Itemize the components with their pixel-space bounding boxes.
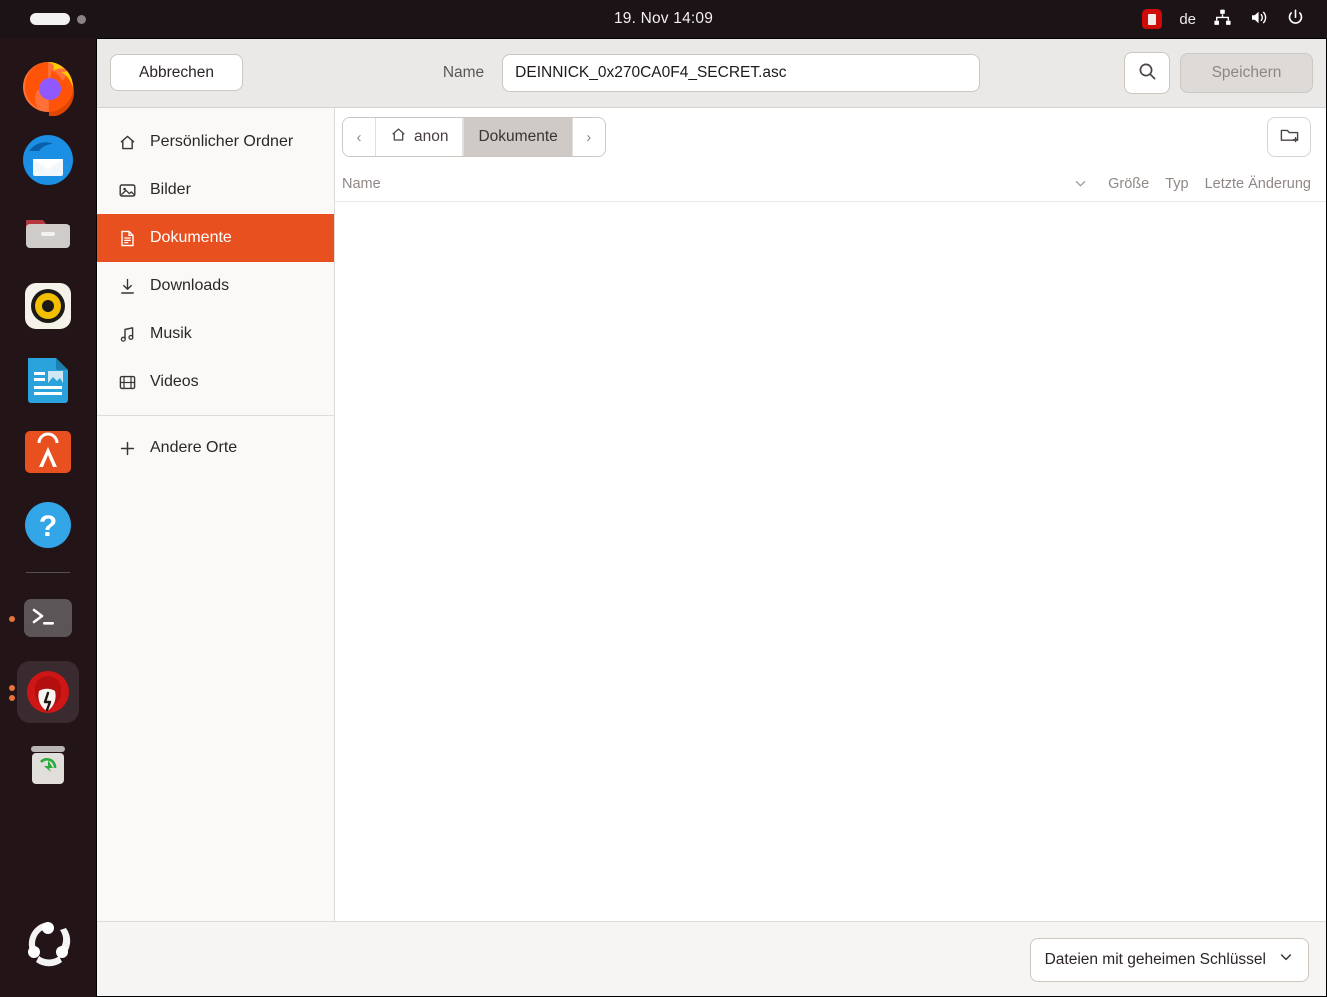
column-header-type[interactable]: Typ bbox=[1165, 176, 1188, 192]
sidebar-item-label: Dokumente bbox=[150, 229, 232, 246]
file-list-column-header: Name Größe Typ Letzte Änderung bbox=[335, 166, 1327, 202]
file-list[interactable] bbox=[335, 202, 1327, 921]
svg-text:?: ? bbox=[39, 510, 57, 543]
breadcrumb-anon[interactable]: anon bbox=[375, 118, 464, 156]
home-icon bbox=[118, 133, 137, 152]
file-filter-dropdown[interactable]: Dateien mit geheimen Schlüssel bbox=[1029, 937, 1309, 982]
new-folder-icon bbox=[1279, 125, 1300, 149]
cancel-button[interactable]: Abbrechen bbox=[110, 53, 243, 92]
file-browser-pane: ‹ anon Dokumente › Name Größe Typ Letzte… bbox=[335, 108, 1327, 921]
music-icon bbox=[118, 325, 137, 344]
network-icon[interactable] bbox=[1213, 8, 1232, 31]
system-tray: de bbox=[1142, 0, 1305, 38]
dialog-body: Persönlicher Ordner Bilder Dokumente Dow… bbox=[96, 108, 1327, 921]
sidebar-item-label: Musik bbox=[150, 325, 192, 342]
dock-item-thunderbird[interactable] bbox=[17, 129, 79, 191]
running-indicator-dot-2 bbox=[9, 695, 15, 701]
path-bar: ‹ anon Dokumente › bbox=[342, 117, 606, 157]
new-folder-button[interactable] bbox=[1267, 117, 1311, 157]
path-forward-button[interactable]: › bbox=[572, 118, 605, 156]
sidebar-item-other-locations[interactable]: Andere Orte bbox=[96, 424, 334, 472]
sidebar-item-downloads[interactable]: Downloads bbox=[96, 262, 334, 310]
save-button[interactable]: Speichern bbox=[1180, 52, 1313, 93]
workspace-pill[interactable] bbox=[30, 13, 86, 25]
sidebar-item-videos[interactable]: Videos bbox=[96, 358, 334, 406]
image-icon bbox=[118, 181, 137, 200]
chevron-down-icon bbox=[1278, 949, 1294, 970]
search-button[interactable] bbox=[1124, 51, 1170, 94]
column-header-size[interactable]: Größe bbox=[1108, 176, 1149, 192]
dock-item-help[interactable]: ? bbox=[17, 494, 79, 556]
dock-item-firefox[interactable] bbox=[17, 56, 79, 118]
workspace-pill-dot bbox=[77, 14, 86, 24]
sidebar-item-music[interactable]: Musik bbox=[96, 310, 334, 358]
breadcrumb-label: anon bbox=[414, 128, 449, 145]
key-app-indicator-glyph bbox=[1148, 13, 1157, 25]
places-sidebar: Persönlicher Ordner Bilder Dokumente Dow… bbox=[96, 108, 335, 921]
sidebar-item-home[interactable]: Persönlicher Ordner bbox=[96, 118, 334, 166]
dialog-footer: Dateien mit geheimen Schlüssel bbox=[96, 921, 1327, 997]
plus-icon bbox=[118, 439, 137, 458]
dialog-header-bar: Abbrechen Name DEINNICK_0x270CA0F4_SECRE… bbox=[96, 38, 1327, 108]
running-indicator-dot bbox=[9, 685, 15, 691]
search-icon bbox=[1138, 62, 1157, 84]
document-icon bbox=[118, 229, 137, 248]
dock: ? bbox=[0, 38, 96, 997]
breadcrumb-dokumente[interactable]: Dokumente bbox=[463, 118, 573, 156]
sidebar-item-label: Andere Orte bbox=[150, 439, 238, 456]
dock-item-seahorse[interactable] bbox=[9, 661, 79, 723]
home-icon bbox=[390, 126, 407, 148]
path-back-button[interactable]: ‹ bbox=[343, 118, 375, 156]
show-applications-button[interactable] bbox=[17, 913, 79, 975]
sidebar-item-label: Persönlicher Ordner bbox=[150, 133, 294, 150]
sidebar-item-documents[interactable]: Dokumente bbox=[96, 214, 334, 262]
workspace-pill-bar bbox=[30, 13, 70, 25]
video-icon bbox=[118, 373, 137, 392]
dock-item-ubuntu-software[interactable] bbox=[17, 421, 79, 483]
breadcrumb-label: Dokumente bbox=[478, 128, 558, 145]
dock-item-trash[interactable] bbox=[17, 734, 79, 796]
running-indicator-dot bbox=[9, 616, 15, 622]
sidebar-separator bbox=[96, 415, 334, 416]
key-app-indicator-icon[interactable] bbox=[1142, 9, 1163, 29]
chevron-down-icon[interactable] bbox=[1073, 176, 1088, 191]
power-icon[interactable] bbox=[1286, 8, 1305, 31]
filename-label: Name bbox=[442, 63, 485, 81]
sidebar-item-label: Downloads bbox=[150, 277, 230, 294]
filename-input[interactable]: DEINNICK_0x270CA0F4_SECRET.asc bbox=[502, 53, 981, 92]
dock-separator bbox=[26, 572, 70, 573]
volume-icon[interactable] bbox=[1249, 8, 1269, 31]
dock-item-libreoffice-writer[interactable] bbox=[17, 348, 79, 410]
download-icon bbox=[118, 277, 137, 296]
desktop: 19. Nov 14:09 de ? Abbrechen Name DEINNI… bbox=[0, 0, 1327, 997]
header-right-buttons: Speichern bbox=[1124, 51, 1313, 94]
top-bar: 19. Nov 14:09 de bbox=[0, 0, 1327, 38]
sidebar-item-label: Bilder bbox=[150, 181, 191, 198]
save-file-dialog: Abbrechen Name DEINNICK_0x270CA0F4_SECRE… bbox=[96, 38, 1327, 997]
dock-item-rhythmbox[interactable] bbox=[17, 275, 79, 337]
keyboard-language-indicator[interactable]: de bbox=[1179, 11, 1196, 28]
dock-item-files[interactable] bbox=[17, 202, 79, 264]
sidebar-item-label: Videos bbox=[150, 373, 199, 390]
sidebar-item-pictures[interactable]: Bilder bbox=[96, 166, 334, 214]
clock[interactable]: 19. Nov 14:09 bbox=[0, 0, 1327, 38]
path-bar-row: ‹ anon Dokumente › bbox=[335, 108, 1327, 166]
column-header-name[interactable]: Name bbox=[342, 176, 1073, 192]
column-header-modified[interactable]: Letzte Änderung bbox=[1205, 176, 1311, 192]
dock-item-terminal[interactable] bbox=[9, 588, 79, 650]
file-filter-label: Dateien mit geheimen Schlüssel bbox=[1044, 950, 1266, 968]
